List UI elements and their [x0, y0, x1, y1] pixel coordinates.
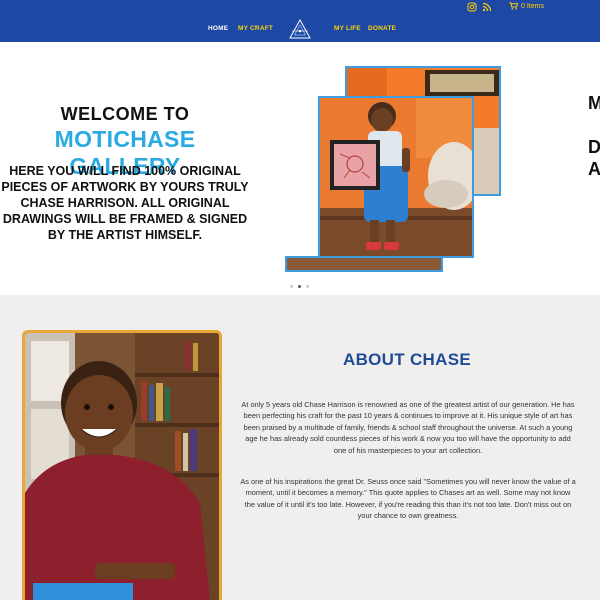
chase-portrait [22, 330, 222, 600]
nav-donate[interactable]: DONATE [368, 25, 396, 32]
slider-dot-3[interactable] [306, 285, 309, 288]
peek-letter-2: D [588, 137, 600, 157]
next-slide-peek: M D A [588, 92, 600, 180]
about-heading: ABOUT CHASE [343, 350, 471, 369]
slider-dot-2[interactable] [298, 285, 301, 288]
instagram-icon[interactable] [467, 2, 477, 12]
cart-count: 0 Items [521, 2, 544, 10]
peek-letter-3: A [588, 159, 600, 179]
nav-my-craft[interactable]: MY CRAFT [238, 25, 273, 32]
nav-home[interactable]: HOME [208, 25, 228, 32]
logo-icon[interactable] [288, 18, 312, 42]
slider-dots [290, 285, 309, 288]
main-nav: HOME MY CRAFT MY LIFE DONATE [0, 15, 600, 42]
peek-letter-1: M [588, 93, 600, 113]
cart-link[interactable]: 0 Items [509, 2, 544, 10]
hero-description: HERE YOU WILL FIND 100% ORIGINAL PIECES … [1, 164, 249, 242]
hero-photo-front [318, 96, 474, 258]
hero-welcome: WELCOME TO [60, 104, 190, 124]
about-paragraph-1: At only 5 years old Chase Harrison is re… [241, 400, 575, 455]
slider-dot-1[interactable] [290, 285, 293, 288]
about-section: ABOUT CHASE At only 5 years old Chase Ha… [0, 295, 600, 600]
top-bar: 0 Items [0, 0, 600, 15]
about-paragraph-2: As one of his inspirations the great Dr.… [240, 477, 576, 521]
hero-slider: WELCOME TO MOTICHASE GALLERY HERE YOU WI… [0, 42, 600, 295]
rss-icon[interactable] [482, 2, 492, 12]
cart-icon [509, 2, 518, 10]
hero-photo-strip [285, 256, 443, 272]
nav-my-life[interactable]: MY LIFE [334, 25, 361, 32]
